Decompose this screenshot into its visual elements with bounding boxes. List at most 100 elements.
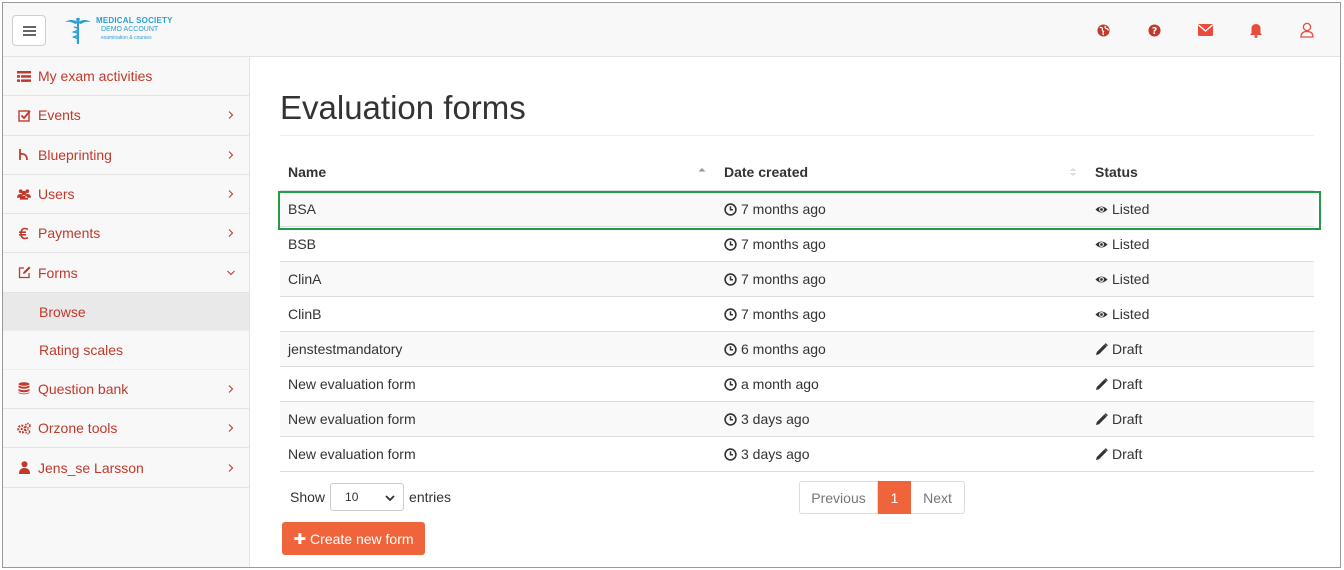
menu-toggle-button[interactable]	[12, 15, 46, 46]
sidebar-item-forms[interactable]: Forms	[3, 253, 249, 293]
chevron-down-icon	[385, 495, 395, 502]
mail-icon[interactable]	[1196, 21, 1214, 39]
sidebar-item-events[interactable]: Events	[3, 96, 249, 136]
globe-icon[interactable]	[1094, 21, 1112, 39]
clock-icon	[724, 201, 741, 217]
euro-icon	[17, 226, 31, 240]
app-logo[interactable]: MEDICAL SOCIETY DEMO ACCOUNT examination…	[63, 14, 183, 48]
sidebar-item-label: My exam activities	[38, 68, 153, 85]
eye-icon	[1095, 271, 1112, 287]
chevron-right-icon	[228, 150, 234, 159]
pagination-page-1[interactable]: 1	[878, 481, 911, 514]
cell-status: Listed	[1087, 191, 1314, 227]
table-row[interactable]: ClinA 7 months ago Listed	[280, 261, 1314, 297]
app-window: MEDICAL SOCIETY DEMO ACCOUNT examination…	[2, 2, 1341, 568]
pagination: Previous 1 Next	[799, 481, 965, 514]
sidebar-item-label: Orzone tools	[38, 420, 118, 437]
cell-status: Draft	[1087, 401, 1314, 437]
chevron-right-icon	[228, 463, 234, 472]
top-navbar: MEDICAL SOCIETY DEMO ACCOUNT examination…	[3, 3, 1340, 57]
check-square-icon	[17, 108, 31, 122]
table-header-row: Name Date created Status	[280, 153, 1314, 192]
pagination-previous-button[interactable]: Previous	[799, 481, 878, 514]
person-icon	[17, 461, 31, 475]
entries-select-value: 10	[345, 490, 359, 504]
table-row[interactable]: New evaluation form a month ago Draft	[280, 366, 1314, 402]
help-icon[interactable]: ?	[1145, 21, 1163, 39]
clock-icon	[724, 376, 741, 392]
table-row[interactable]: New evaluation form 3 days ago Draft	[280, 401, 1314, 437]
cell-status: Listed	[1087, 296, 1314, 332]
cell-form-name[interactable]: New evaluation form	[280, 436, 716, 472]
cell-date-created: 7 months ago	[716, 226, 1087, 262]
cell-status: Draft	[1087, 331, 1314, 367]
sidebar-item-payments[interactable]: Payments	[3, 214, 249, 254]
length-menu: Show 10 entries	[290, 483, 451, 511]
users-icon	[17, 187, 31, 201]
table-row[interactable]: New evaluation form 3 days ago Draft	[280, 436, 1314, 472]
table-row[interactable]: jenstestmandatory 6 months ago Draft	[280, 331, 1314, 367]
create-new-form-button[interactable]: ✚ Create new form	[282, 522, 425, 555]
cell-form-name[interactable]: New evaluation form	[280, 401, 716, 437]
cell-form-name[interactable]: New evaluation form	[280, 366, 716, 402]
cell-status: Draft	[1087, 366, 1314, 402]
top-icon-bar: ?	[1094, 21, 1316, 39]
cell-form-name[interactable]: BSA	[280, 191, 716, 227]
svg-text:?: ?	[1151, 25, 1156, 36]
cell-date-created: 7 months ago	[716, 296, 1087, 332]
cell-date-created: a month ago	[716, 366, 1087, 402]
column-header-name[interactable]: Name	[280, 153, 716, 192]
pencil-icon	[1095, 411, 1112, 427]
sort-ascending-icon	[698, 168, 706, 172]
sidebar-item-user-account[interactable]: Jens_se Larsson	[3, 448, 249, 488]
chevron-right-icon	[228, 385, 234, 393]
clock-icon	[724, 446, 741, 462]
sidebar-subitem-browse[interactable]: Browse	[3, 292, 249, 332]
table-row[interactable]: BSB 7 months ago Listed	[280, 226, 1314, 262]
cell-status: Listed	[1087, 261, 1314, 297]
user-icon[interactable]	[1298, 21, 1316, 39]
table-row[interactable]: ClinB 7 months ago Listed	[280, 296, 1314, 332]
sidebar-item-orzone-tools[interactable]: Orzone tools	[3, 409, 249, 449]
cell-status: Draft	[1087, 436, 1314, 472]
sidebar-item-users[interactable]: Users	[3, 175, 249, 215]
page-title: Evaluation forms	[280, 89, 526, 126]
sidebar-item-label: Events	[38, 107, 81, 124]
cogs-icon	[17, 421, 31, 435]
sort-icon	[1069, 168, 1077, 176]
table-row[interactable]: BSA 7 months ago Listed	[280, 191, 1314, 227]
entries-select[interactable]: 10	[330, 483, 405, 511]
eye-icon	[1095, 236, 1112, 252]
sidebar-item-blueprinting[interactable]: Blueprinting	[3, 136, 249, 175]
column-header-status: Status	[1087, 153, 1314, 192]
cell-date-created: 7 months ago	[716, 261, 1087, 297]
chevron-right-icon	[228, 111, 234, 120]
create-new-form-label: Create new form	[310, 530, 414, 547]
chevron-right-icon	[228, 229, 234, 238]
cell-status: Listed	[1087, 226, 1314, 262]
bell-icon[interactable]	[1247, 21, 1265, 39]
clock-icon	[724, 306, 741, 322]
sidebar-item-my-exam-activities[interactable]: My exam activities	[3, 57, 249, 97]
cell-form-name[interactable]: ClinB	[280, 296, 716, 332]
eye-icon	[1095, 201, 1112, 217]
cell-form-name[interactable]: jenstestmandatory	[280, 331, 716, 367]
cell-form-name[interactable]: ClinA	[280, 261, 716, 297]
forms-table: Name Date created Status BSA 7 months ago…	[280, 153, 1314, 472]
logo-line-2: DEMO ACCOUNT	[101, 26, 159, 33]
sidebar-subitem-rating-scales[interactable]: Rating scales	[3, 331, 249, 370]
clock-icon	[724, 341, 741, 357]
sidebar-item-label: Blueprinting	[38, 146, 112, 163]
chevron-right-icon	[228, 190, 234, 198]
title-divider	[280, 135, 1314, 136]
logo-line-3: examination & courses	[101, 35, 152, 41]
sidebar-item-label: Forms	[38, 264, 78, 281]
pagination-next-button[interactable]: Next	[911, 481, 965, 514]
column-header-date-created[interactable]: Date created	[716, 153, 1087, 192]
cell-form-name[interactable]: BSB	[280, 226, 716, 262]
chevron-down-icon	[227, 270, 235, 275]
sidebar-item-question-bank[interactable]: Question bank	[3, 370, 249, 410]
pencil-icon	[1095, 376, 1112, 392]
sidebar-item-label: Jens_se Larsson	[38, 459, 144, 476]
show-label: Show	[290, 489, 326, 505]
